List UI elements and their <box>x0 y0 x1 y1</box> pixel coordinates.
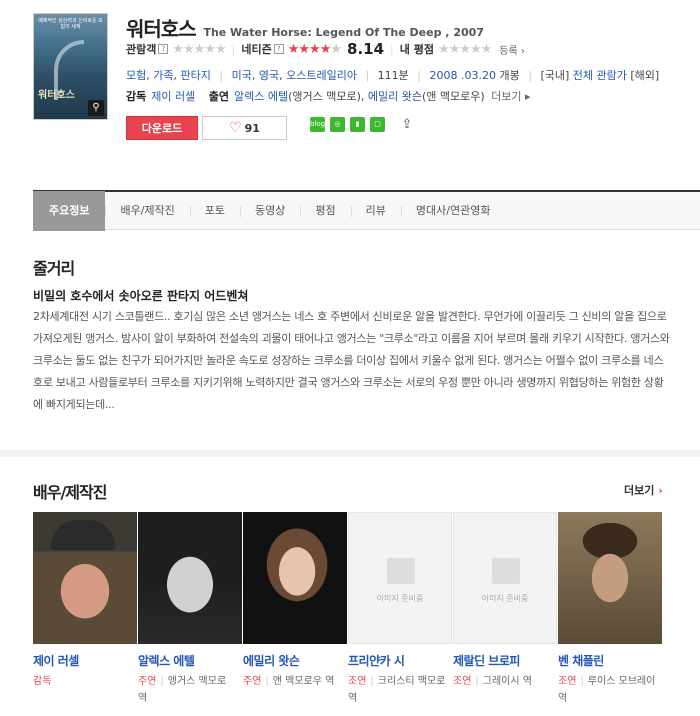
blog-share-icon[interactable]: blog <box>310 117 325 132</box>
cast-link[interactable]: 알렉스 에텔 <box>234 90 288 103</box>
tab-main-info[interactable]: 주요정보 <box>33 190 106 231</box>
cast-link[interactable]: 에밀리 왓슨 <box>368 90 422 103</box>
synopsis-subtitle: 비밀의 호수에서 솟아오른 판타지 어드벤쳐 <box>33 289 249 303</box>
release-suffix: 개봉 <box>499 69 520 82</box>
age-rating-link[interactable]: 전체 관람가 <box>573 69 627 82</box>
register-rating-link[interactable]: 등록 › <box>499 42 525 57</box>
person-name[interactable]: 제이 러셀 <box>33 652 138 669</box>
genre-link[interactable]: 판타지 <box>181 69 211 82</box>
cast-card[interactable]: 알렉스 에텔 주연 | 앵거스 맥모로 역 <box>138 512 243 707</box>
cast-card[interactable]: 이미지 준비중 제랄딘 브로피 조연 | 그레이시 역 <box>453 512 558 707</box>
synopsis-heading: 줄거리 <box>33 259 75 278</box>
country-link[interactable]: 오스트레일리아 <box>286 69 357 82</box>
credits-more-link[interactable]: 더보기 ▸ <box>491 90 530 103</box>
tab-reviews[interactable]: 리뷰 <box>350 191 401 231</box>
runtime: 111분 <box>377 69 409 82</box>
audience-stars: ★★★★★ <box>172 41 226 57</box>
person-placeholder-icon <box>387 558 415 584</box>
cast-role: (앤 맥모로우) <box>422 90 485 103</box>
domestic-rating-label: [국내] <box>540 69 570 82</box>
director-label: 감독 <box>126 90 147 103</box>
movie-title-english: The Water Horse: Legend Of The Deep , 20… <box>203 26 484 39</box>
person-role: 주연 | 앵거스 맥모로 역 <box>138 676 227 704</box>
share-bar: blog ◎ ▮ □ ⇪ <box>310 117 416 132</box>
zoom-icon[interactable]: ⚲ <box>88 100 104 116</box>
like-button[interactable]: ♡ 91 <box>202 116 287 140</box>
person-name[interactable]: 프리얀카 시 <box>348 652 453 669</box>
my-rating-stars[interactable]: ★★★★★ <box>438 42 492 57</box>
book-share-icon[interactable]: ▮ <box>350 117 365 132</box>
person-role: 조연 | 크리스티 맥모로 역 <box>348 676 446 704</box>
poster-tagline: 매혹적인 상상력과 신비로운 모험의 세계 <box>38 18 103 30</box>
director-link[interactable]: 제이 러셀 <box>151 90 195 103</box>
rating-row: 관람객 ? ★★★★★ | 네티즌 ? ★★★★★ 8.14 | 내 평점 ★★… <box>126 40 525 58</box>
divider: | <box>390 42 394 56</box>
person-placeholder-icon <box>492 558 520 584</box>
section-tabs: 주요정보 배우/제작진 포토 동영상 평점 리뷰 명대사/연관영화 <box>33 190 700 231</box>
release-date-link[interactable]: 2008 .03.20 <box>430 69 496 82</box>
person-photo-placeholder[interactable]: 이미지 준비중 <box>453 512 557 644</box>
poster-title: 워터호스 <box>38 90 75 101</box>
movie-info-row: 모험, 가족, 판타지 | 미국, 영국, 오스트레일리아 | 111분 | 2… <box>126 69 660 82</box>
person-name[interactable]: 벤 채플린 <box>558 652 663 669</box>
cafe-share-icon[interactable]: ◎ <box>330 117 345 132</box>
credits-row: 감독 제이 러셀 출연 알렉스 에텔(앵거스 맥모로), 에밀리 왓슨(앤 맥모로우… <box>126 88 531 104</box>
person-role: 조연 | 그레이시 역 <box>453 676 532 687</box>
export-share-icon[interactable]: ⇪ <box>398 117 416 132</box>
section-divider <box>0 450 700 457</box>
person-photo-placeholder[interactable]: 이미지 준비중 <box>348 512 452 644</box>
cast-list: 제이 러셀 감독 알렉스 에텔 주연 | 앵거스 맥모로 역 에밀리 왓슨 주연 | 앤… <box>33 512 663 707</box>
person-role: 주연 | 앤 맥모로우 역 <box>243 676 335 687</box>
country-link[interactable]: 미국 <box>232 69 252 82</box>
cast-label: 출연 <box>208 90 229 103</box>
tab-cast-crew[interactable]: 배우/제작진 <box>105 191 189 231</box>
divider: | <box>231 42 236 56</box>
like-count: 91 <box>244 122 260 135</box>
tab-photo[interactable]: 포토 <box>189 191 240 231</box>
person-name[interactable]: 에밀리 왓슨 <box>243 652 348 669</box>
person-name[interactable]: 알렉스 에텔 <box>138 652 243 669</box>
tab-quotes-related[interactable]: 명대사/연관영화 <box>400 191 506 231</box>
person-name[interactable]: 제랄딘 브로피 <box>453 652 558 669</box>
person-role: 조연 | 루이스 모브레이 역 <box>558 676 656 704</box>
heart-icon: ♡ <box>229 120 242 136</box>
help-icon[interactable]: ? <box>158 44 169 54</box>
genre-link[interactable]: 가족 <box>153 69 173 82</box>
movie-poster[interactable]: 매혹적인 상상력과 신비로운 모험의 세계 워터호스 ⚲ <box>33 13 108 120</box>
genre-link[interactable]: 모험 <box>126 69 146 82</box>
my-rating-label: 내 평점 <box>399 43 434 56</box>
cast-more-link[interactable]: 더보기 › <box>624 482 663 498</box>
audience-rating-label: 관람객 <box>126 43 157 56</box>
overseas-rating-label: [해외] <box>630 69 660 82</box>
cast-role: (앵거스 맥모로), <box>288 90 365 103</box>
cast-card[interactable]: 이미지 준비중 프리얀카 시 조연 | 크리스티 맥모로 역 <box>348 512 453 707</box>
person-photo[interactable] <box>243 512 347 644</box>
country-link[interactable]: 영국 <box>259 69 279 82</box>
cast-section-heading: 배우/제작진 <box>33 483 107 502</box>
cast-card[interactable]: 벤 채플린 조연 | 루이스 모브레이 역 <box>558 512 663 707</box>
person-role: 감독 <box>33 676 52 687</box>
netizen-rating-label: 네티즌 <box>241 43 272 56</box>
movie-title-row: 워터호스 The Water Horse: Legend Of The Deep… <box>126 13 484 42</box>
person-photo[interactable] <box>138 512 242 644</box>
person-photo[interactable] <box>558 512 662 644</box>
tab-video[interactable]: 동영상 <box>240 191 300 231</box>
cast-card[interactable]: 제이 러셀 감독 <box>33 512 138 707</box>
download-button[interactable]: 다운로드 <box>126 116 198 140</box>
netizen-score: 8.14 <box>347 40 385 58</box>
netizen-stars: ★★★★★ <box>287 41 342 57</box>
movie-title-korean: 워터호스 <box>126 17 197 41</box>
person-photo[interactable] <box>33 512 137 644</box>
tab-ratings[interactable]: 평점 <box>300 191 350 231</box>
me-share-icon[interactable]: □ <box>370 117 385 132</box>
help-icon[interactable]: ? <box>273 44 284 54</box>
cast-card[interactable]: 에밀리 왓슨 주연 | 앤 맥모로우 역 <box>243 512 348 707</box>
synopsis-body: 2차세계대전 시기 스코틀랜드.. 호기심 많은 소년 앵거스는 네스 호 주변… <box>33 310 670 411</box>
